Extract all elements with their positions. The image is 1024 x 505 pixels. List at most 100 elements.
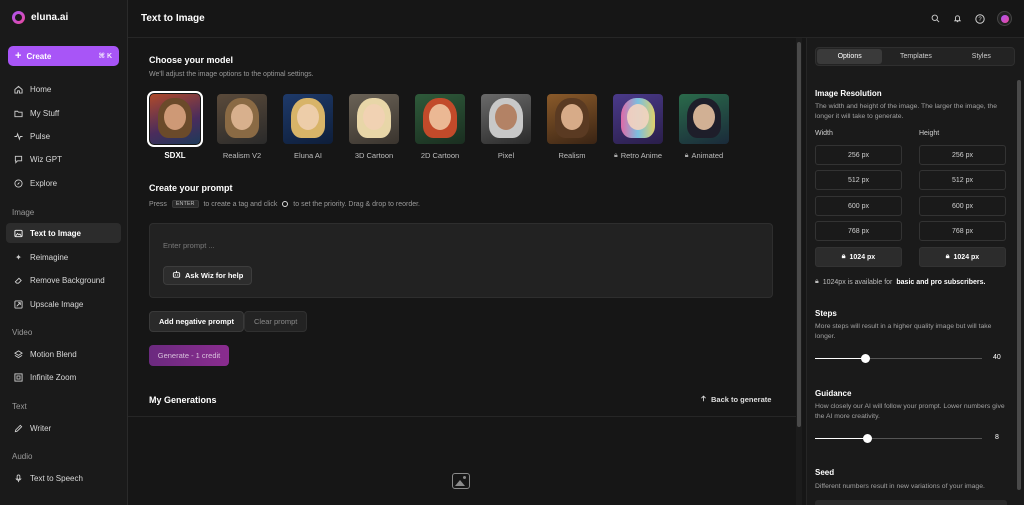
main-scrollbar[interactable]: [797, 42, 801, 427]
bell-icon[interactable]: [952, 13, 963, 24]
section-label-video: Video: [12, 328, 33, 337]
help-icon[interactable]: ?: [974, 13, 985, 24]
sidebar-item-my-stuff[interactable]: My Stuff: [6, 103, 121, 123]
guidance-slider-thumb[interactable]: [862, 434, 872, 443]
sidebar-item-label: Pulse: [30, 131, 51, 141]
sidebar-item-reimagine[interactable]: ✦ Reimagine: [6, 247, 121, 267]
sidebar-item-pulse[interactable]: Pulse: [6, 126, 121, 146]
sidebar-item-label: Infinite Zoom: [30, 372, 77, 382]
back-to-generate-link[interactable]: Back to generate: [700, 395, 771, 404]
model-card-eluna-ai[interactable]: Eluna AI: [282, 94, 334, 160]
sidebar-item-upscale-image[interactable]: Upscale Image: [6, 294, 121, 314]
sidebar-item-label: Explore: [30, 178, 58, 188]
guidance-value: 8: [995, 434, 999, 441]
model-card-animated[interactable]: 🔒︎ Animated: [678, 94, 730, 160]
section-label-audio: Audio: [12, 452, 33, 461]
model-card-realism[interactable]: Realism: [546, 94, 598, 160]
width-option-600[interactable]: 600 px: [815, 196, 902, 216]
sidebar-item-label: Writer: [30, 423, 52, 433]
sidebar-item-label: Motion Blend: [30, 349, 77, 359]
model-label: SDXL: [164, 151, 186, 160]
model-label: 🔒︎ Animated: [684, 151, 724, 160]
sidebar-item-wiz-gpt[interactable]: Wiz GPT: [6, 149, 121, 169]
width-option-768[interactable]: 768 px: [815, 221, 902, 241]
model-label: 3D Cartoon: [354, 151, 394, 160]
sidebar-item-home[interactable]: Home: [6, 79, 121, 99]
arrow-up-icon: [700, 395, 707, 404]
create-button[interactable]: + Create ⌘ K: [8, 46, 119, 66]
seed-description: Different numbers result in new variatio…: [815, 483, 985, 490]
logo-icon: [12, 11, 25, 24]
resolution-title: Image Resolution: [815, 89, 882, 98]
panel-tabs: Options Templates Styles: [815, 47, 1015, 66]
sidebar-item-writer[interactable]: Writer: [6, 418, 121, 438]
steps-slider-thumb[interactable]: [861, 354, 871, 363]
model-card-3d-cartoon[interactable]: 3D Cartoon: [348, 94, 400, 160]
panel-scrollbar[interactable]: [1017, 80, 1021, 490]
folder-icon: [14, 109, 23, 118]
model-thumbnail: [217, 94, 267, 144]
width-label: Width: [815, 130, 833, 137]
model-label: Eluna AI: [294, 151, 322, 160]
steps-slider[interactable]: [815, 354, 982, 363]
pen-icon: [14, 424, 23, 433]
tab-options[interactable]: Options: [817, 49, 883, 64]
height-option-1024[interactable]: 🔒︎ 1024 px: [919, 247, 1006, 267]
height-option-768[interactable]: 768 px: [919, 221, 1006, 241]
enter-key-badge: ENTER: [171, 200, 199, 208]
generations-title: My Generations: [149, 395, 217, 405]
tab-styles[interactable]: Styles: [949, 48, 1014, 65]
app-name: eluna.ai: [31, 12, 69, 23]
empty-gallery-image-icon: [452, 473, 470, 489]
seed-input[interactable]: [815, 500, 1007, 505]
sidebar-item-remove-background[interactable]: Remove Background: [6, 270, 121, 290]
model-card-sdxl[interactable]: SDXL: [147, 91, 203, 160]
app-logo[interactable]: eluna.ai: [12, 11, 68, 24]
sidebar-item-label: Remove Background: [30, 275, 105, 285]
prompt-input[interactable]: Enter prompt ... Ask Wiz for help: [149, 223, 773, 298]
layers-icon: [14, 349, 23, 359]
tab-templates[interactable]: Templates: [883, 48, 948, 65]
steps-value: 40: [993, 354, 1001, 361]
model-section-title: Choose your model: [149, 55, 234, 65]
page-title: Text to Image: [141, 13, 205, 24]
height-option-512[interactable]: 512 px: [919, 170, 1006, 190]
sparkle-icon: ✦: [15, 252, 22, 262]
avatar[interactable]: [997, 11, 1012, 26]
generate-button[interactable]: Generate - 1 credit: [149, 345, 229, 366]
model-label: 🔒︎ Retro Anime: [613, 151, 662, 160]
search-icon[interactable]: [930, 13, 941, 24]
sidebar-item-text-to-image[interactable]: Text to Image: [6, 223, 121, 243]
height-option-600[interactable]: 600 px: [919, 196, 1006, 216]
mic-icon: [14, 473, 23, 483]
model-label: Realism V2: [222, 151, 262, 160]
lock-icon: 🔒︎: [613, 151, 618, 159]
width-option-1024[interactable]: 🔒︎ 1024 px: [815, 247, 902, 267]
model-thumbnail: [415, 94, 465, 144]
sidebar-item-motion-blend[interactable]: Motion Blend: [6, 344, 121, 364]
model-label: 2D Cartoon: [420, 151, 460, 160]
width-option-512[interactable]: 512 px: [815, 170, 902, 190]
sidebar-item-explore[interactable]: Explore: [6, 173, 121, 193]
guidance-slider-fill: [815, 438, 867, 439]
model-card-retro-anime[interactable]: 🔒︎ Retro Anime: [612, 94, 664, 160]
clear-prompt-button[interactable]: Clear prompt: [244, 311, 308, 332]
sidebar-item-text-to-speech[interactable]: Text to Speech: [6, 468, 121, 488]
sidebar-item-label: Home: [30, 84, 52, 94]
guidance-slider[interactable]: [815, 434, 982, 443]
add-negative-prompt-button[interactable]: Add negative prompt: [149, 311, 245, 332]
ask-wiz-button[interactable]: Ask Wiz for help: [163, 266, 253, 285]
prompt-placeholder: Enter prompt ...: [163, 241, 215, 250]
eraser-icon: [14, 276, 23, 285]
model-card-realism-v2[interactable]: Realism V2: [216, 94, 268, 160]
width-option-256[interactable]: 256 px: [815, 145, 902, 165]
seed-title: Seed: [815, 468, 835, 477]
sidebar-item-infinite-zoom[interactable]: Infinite Zoom: [6, 367, 121, 387]
sidebar-item-label: Upscale Image: [30, 299, 84, 309]
height-option-256[interactable]: 256 px: [919, 145, 1006, 165]
image-icon: [14, 229, 23, 238]
model-thumbnail: [283, 94, 333, 144]
lock-icon: 🔒︎: [841, 253, 846, 260]
model-card-2d-cartoon[interactable]: 2D Cartoon: [414, 94, 466, 160]
model-card-pixel[interactable]: Pixel: [480, 94, 532, 160]
